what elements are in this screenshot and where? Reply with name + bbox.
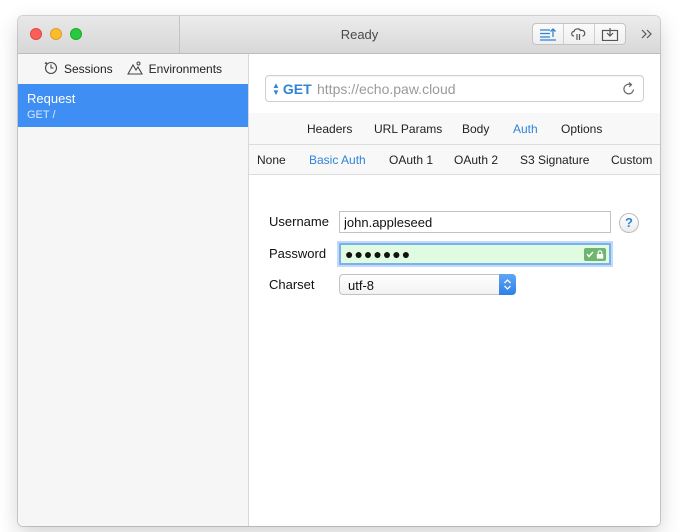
password-field[interactable]: ●●●●●●● xyxy=(339,243,611,265)
auth-type-tabs: None Basic Auth OAuth 1 OAuth 2 S3 Signa… xyxy=(249,145,660,175)
sidebar-tabs: Sessions Environments xyxy=(18,54,248,84)
clock-icon xyxy=(44,61,58,78)
url-input[interactable]: https://echo.paw.cloud xyxy=(317,81,456,97)
view-toolbar xyxy=(532,23,626,45)
mountain-icon xyxy=(126,61,143,78)
request-list-button[interactable] xyxy=(533,24,564,44)
export-icon xyxy=(601,27,619,41)
tab-url-params[interactable]: URL Params xyxy=(374,122,442,136)
tab-options[interactable]: Options xyxy=(561,122,602,136)
method-label: GET xyxy=(282,81,312,97)
keychain-lock-icon[interactable] xyxy=(584,248,606,261)
double-chevron-right-icon[interactable] xyxy=(639,25,655,43)
request-name: Request xyxy=(27,91,76,106)
charset-label: Charset xyxy=(269,277,315,292)
auth-tab-basic-auth[interactable]: Basic Auth xyxy=(309,153,366,167)
up-down-chevron-icon xyxy=(499,274,516,295)
request-editor: ▲ ▼ GET https://echo.paw.cloud Headers UR… xyxy=(249,54,660,526)
window-title: Ready xyxy=(340,27,379,42)
reload-icon[interactable] xyxy=(622,81,636,99)
request-tabs: Headers URL Params Body Auth Options xyxy=(249,113,660,145)
cloud-sync-button[interactable] xyxy=(564,24,595,44)
auth-tab-custom[interactable]: Custom xyxy=(611,153,652,167)
request-list-icon xyxy=(539,27,557,41)
password-label: Password xyxy=(269,246,327,261)
charset-value: utf-8 xyxy=(348,278,375,293)
request-method-path: GET / xyxy=(27,109,56,121)
tab-environments[interactable]: Environments xyxy=(126,61,223,78)
tab-environments-label: Environments xyxy=(148,62,223,76)
url-bar: ▲ ▼ GET https://echo.paw.cloud xyxy=(265,75,644,102)
tab-sessions[interactable]: Sessions xyxy=(44,61,113,78)
tab-sessions-label: Sessions xyxy=(63,62,113,76)
close-window-button[interactable] xyxy=(30,28,42,40)
title-bar: Ready xyxy=(18,16,660,54)
help-button[interactable]: ? xyxy=(619,213,639,233)
tab-auth[interactable]: Auth xyxy=(513,122,538,136)
sidebar-item-request[interactable]: Request GET / xyxy=(18,84,248,127)
export-button[interactable] xyxy=(595,24,625,44)
method-selector[interactable]: ▲ ▼ GET xyxy=(272,81,312,97)
tab-headers[interactable]: Headers xyxy=(307,122,352,136)
minimize-window-button[interactable] xyxy=(50,28,62,40)
username-field[interactable] xyxy=(339,211,611,233)
charset-select[interactable]: utf-8 xyxy=(339,274,516,295)
auth-tab-none[interactable]: None xyxy=(257,153,286,167)
maximize-window-button[interactable] xyxy=(70,28,82,40)
auth-tab-oauth-2[interactable]: OAuth 2 xyxy=(454,153,498,167)
username-label: Username xyxy=(269,214,329,229)
auth-tab-oauth-1[interactable]: OAuth 1 xyxy=(389,153,433,167)
sidebar: Sessions Environments Request GET / xyxy=(18,54,249,526)
up-down-arrows-icon: ▲ ▼ xyxy=(272,81,280,97)
password-dots: ●●●●●●● xyxy=(345,246,412,262)
tab-body[interactable]: Body xyxy=(462,122,489,136)
title-bar-sidebar-section xyxy=(18,16,180,53)
app-window: Ready Sessions Environments Request GET … xyxy=(18,16,660,526)
cloud-sync-icon xyxy=(570,27,588,41)
auth-tab-s3-signature[interactable]: S3 Signature xyxy=(520,153,589,167)
